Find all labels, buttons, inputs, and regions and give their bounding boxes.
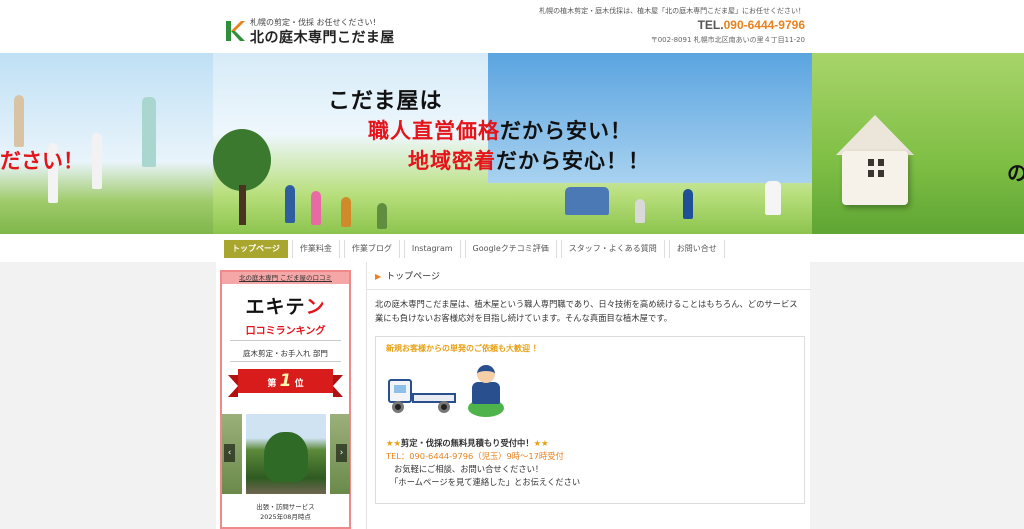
nav-items: トップページ 作業料金 作業ブログ Instagram Googleクチコミ評価… (224, 240, 729, 258)
banner-person (285, 185, 295, 223)
widget-caption: 出張・訪問サービス (256, 503, 315, 511)
hero-banner: ださい！ こだま屋は 職人直営価格だから安い！ 地域密着だから安心！！ の (0, 53, 1024, 234)
photo-slider[interactable]: ‹ › (222, 414, 350, 494)
banner-person (311, 191, 321, 225)
tel-number[interactable]: 090-6444-9796 (724, 18, 805, 32)
widget-title[interactable]: 北の庭木専門 こだま屋の口コミ (222, 272, 349, 284)
header-tel[interactable]: TEL.090-6444-9796 (698, 18, 805, 32)
divider (367, 289, 811, 290)
rank-number: 1 (279, 371, 292, 391)
copy-highlight: 職人直営価格 (368, 119, 500, 143)
logo-k-icon[interactable] (224, 20, 246, 42)
copy-highlight: 地域密着 (408, 149, 496, 173)
banner-tree (213, 129, 273, 229)
star-icon: ★★ (533, 438, 549, 448)
slider-prev-arrow-icon[interactable]: ‹ (224, 444, 235, 462)
header-address: 〒002-8091 札幌市北区南あいの里４丁目11-20 (650, 36, 805, 44)
logo-name[interactable]: 北の庭木専門こだま屋 (250, 27, 395, 47)
house-window (868, 170, 874, 177)
truck-cab (388, 379, 412, 403)
banner-copy-line2: 職人直営価格だから安い！ (368, 115, 632, 145)
banner-right-slide: の (812, 53, 1024, 234)
ekiten-logo[interactable]: エキテン (222, 292, 349, 319)
banner-person (683, 189, 693, 219)
banner-person (341, 197, 351, 227)
nav-staff-faq[interactable]: スタッフ・よくある質問 (560, 240, 665, 258)
banner-left-text: ださい！ (0, 149, 84, 173)
ekiten-logo-main: エキテ (245, 296, 306, 318)
tree-trunk (239, 185, 246, 225)
global-nav: トップページ 作業料金 作業ブログ Instagram Googleクチコミ評価… (0, 234, 1024, 262)
banner-copy-line3: 地域密着だから安心！！ (408, 145, 650, 175)
star-icon: ★★ (386, 438, 401, 448)
banner-person (765, 181, 781, 215)
rank-ribbon: 第 1 位 (228, 367, 343, 397)
tel-prefix: TEL. (697, 18, 724, 32)
site-header: 札幌の剪定・伐採 お任せください！ 北の庭木専門こだま屋 札幌の植木剪定・庭木伐… (0, 0, 1024, 53)
banner-center-slide: こだま屋は 職人直営価格だから安い！ 地域密着だから安心！！ (213, 53, 812, 234)
banner-person (14, 95, 24, 147)
free-estimate: ★★剪定・伐採の無料見積もり受付中！★★ (386, 437, 549, 449)
breadcrumb-label: トップページ (386, 272, 440, 282)
nav-instagram[interactable]: Instagram (403, 240, 461, 258)
review-widget[interactable]: 北の庭木専門 こだま屋の口コミ エキテン 口コミランキング 庭木剪定・お手入れ … (220, 270, 351, 529)
main-column: ▶ トップページ 北の庭木専門こだま屋は、植木屋という職人専門職であり、日々技術を… (366, 262, 811, 529)
nav-pricing[interactable]: 作業料金 (291, 240, 340, 258)
copy-rest: だから安心！！ (496, 149, 650, 173)
breadcrumb: ▶ トップページ (375, 269, 440, 282)
banner-person (142, 97, 156, 167)
truck-wheel (392, 401, 404, 413)
header-note: 札幌の植木剪定・庭木伐採は、植木屋「北の庭木専門こだま屋」にお任せください！ (539, 7, 805, 15)
tree-crown (213, 129, 271, 191)
house-window (868, 159, 874, 166)
contact-invite: お気軽にご相談、お問い合せください！ (394, 464, 544, 474)
triangle-icon: ▶ (375, 272, 382, 281)
slide-photo[interactable] (246, 414, 326, 494)
banner-person (92, 133, 102, 189)
worker-body (472, 382, 500, 404)
slide-tree (264, 432, 308, 482)
ribbon-tail-left (228, 375, 238, 397)
ranking-label: 口コミランキング (245, 326, 326, 337)
banner-copy-line1: こだま屋は (328, 89, 443, 114)
truck-window (394, 385, 406, 393)
rank-suffix: 位 (294, 379, 304, 389)
free-estimate-text: 剪定・伐採の無料見積もり受付中！ (400, 438, 534, 448)
notice-box: 新規お客様からの単発のご依頼も大歓迎 ！ ★★剪定・伐採の無料見積もり受付中！★… (375, 336, 805, 504)
house-body (842, 151, 908, 205)
slider-next-arrow-icon[interactable]: › (336, 444, 347, 462)
rank-prefix: 第 (267, 379, 277, 389)
worker-head (477, 365, 495, 383)
divider (230, 361, 341, 362)
banner-house (836, 115, 914, 205)
nav-contact[interactable]: お問い合せ (668, 240, 725, 258)
rank-text: 第 1 位 (238, 369, 333, 393)
banner-left-slide: ださい！ (0, 53, 213, 234)
nav-google-reviews[interactable]: Googleクチコミ評価 (464, 240, 557, 258)
content-area: 北の庭木専門 こだま屋の口コミ エキテン 口コミランキング 庭木剪定・お手入れ … (216, 262, 811, 529)
banner-person (635, 199, 645, 223)
truck-bed (412, 393, 456, 403)
contact-tel[interactable]: TEL：090-6444-9796（児玉）9時～17時受付 (386, 450, 564, 462)
widget-date: 2025年08月時点 (260, 513, 311, 521)
notice-headline: 新規お客様からの単発のご依頼も大歓迎 ！ (386, 344, 541, 353)
divider (230, 340, 341, 341)
gardener-illustration (468, 365, 504, 417)
truck-wheel (438, 401, 450, 413)
banner-right-text: の (1007, 161, 1024, 185)
house-roof (836, 115, 914, 155)
truck-illustration (386, 375, 458, 421)
copy-rest: だから安い！ (500, 119, 632, 143)
house-window (878, 159, 884, 166)
banner-person (377, 203, 387, 229)
banner-person (565, 187, 609, 215)
nav-top-page[interactable]: トップページ (224, 240, 288, 258)
contact-note: 「ホームページを見て連絡した」とお伝えください (390, 477, 581, 487)
house-window (878, 170, 884, 177)
ekiten-logo-end: ン (305, 296, 326, 318)
ribbon-tail-right (333, 375, 343, 397)
intro-text: 北の庭木専門こだま屋は、植木屋という職人専門職であり、日々技術を高め続けることは… (375, 299, 798, 323)
nav-work-blog[interactable]: 作業ブログ (343, 240, 400, 258)
ranking-category: 庭木剪定・お手入れ 部門 (243, 349, 328, 358)
